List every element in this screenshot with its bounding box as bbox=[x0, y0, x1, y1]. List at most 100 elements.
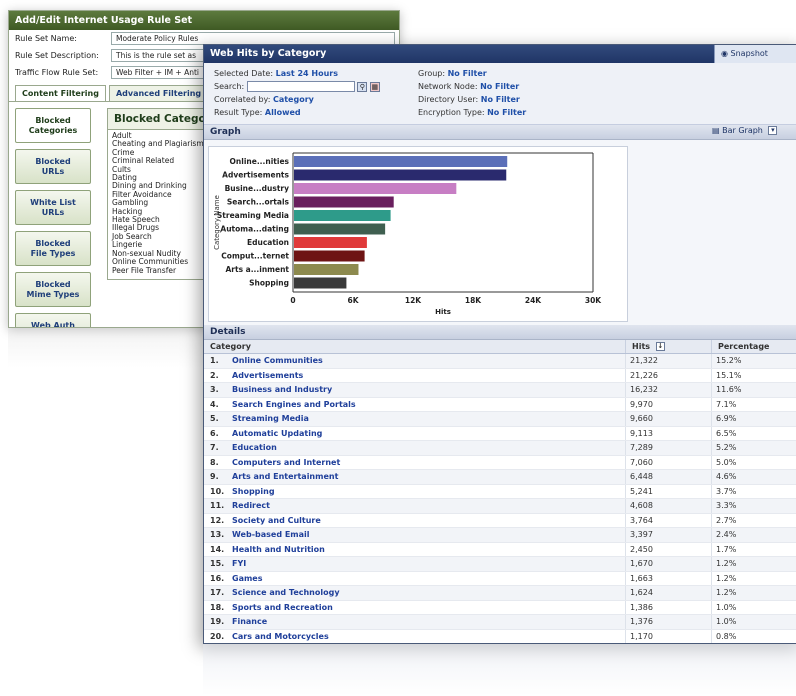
network-node-filter: Network Node: No Filter bbox=[418, 82, 519, 91]
category-link[interactable]: Games bbox=[232, 574, 263, 583]
sidebar-button[interactable]: Web Auth White List bbox=[15, 313, 91, 327]
hits-cell: 1,663 bbox=[626, 571, 712, 585]
rank-number: 2. bbox=[210, 370, 219, 380]
rank-number: 15. bbox=[210, 559, 225, 569]
table-row[interactable]: 17. Science and Technology 1,624 1.2% bbox=[204, 586, 796, 601]
category-link[interactable]: Arts and Entertainment bbox=[232, 472, 338, 481]
category-cell: 9. Arts and Entertainment bbox=[204, 470, 626, 484]
hits-cell: 9,660 bbox=[626, 412, 712, 426]
encryption-link[interactable]: No Filter bbox=[487, 108, 526, 117]
category-cell: 11. Redirect bbox=[204, 499, 626, 513]
graph-type-select[interactable]: ▤ Bar Graph ▾ bbox=[712, 126, 778, 135]
table-row[interactable]: 14. Health and Nutrition 2,450 1.7% bbox=[204, 542, 796, 557]
category-link[interactable]: Advertisements bbox=[232, 371, 303, 380]
tab-advanced-filtering[interactable]: Advanced Filtering bbox=[108, 85, 209, 101]
table-row[interactable]: 2. Advertisements 21,226 15.1% bbox=[204, 368, 796, 383]
category-link[interactable]: Sports and Recreation bbox=[232, 603, 333, 612]
category-link[interactable]: Science and Technology bbox=[232, 588, 340, 597]
category-link[interactable]: Redirect bbox=[232, 501, 270, 510]
category-link[interactable]: Shopping bbox=[232, 487, 275, 496]
table-row[interactable]: 3. Business and Industry 16,232 11.6% bbox=[204, 383, 796, 398]
percentage-cell: 5.2% bbox=[716, 443, 737, 453]
category-link[interactable]: Education bbox=[232, 443, 277, 452]
sidebar-button[interactable]: Blocked Mime Types bbox=[15, 272, 91, 307]
hits-cell: 1,170 bbox=[626, 629, 712, 643]
table-row[interactable]: 5. Streaming Media 9,660 6.9% bbox=[204, 412, 796, 427]
bar bbox=[294, 237, 367, 248]
result-type-filter: Result Type: Allowed bbox=[214, 108, 301, 117]
table-row[interactable]: 15. FYI 1,670 1.2% bbox=[204, 557, 796, 572]
percentage-cell: 0.8% bbox=[716, 631, 737, 641]
column-category[interactable]: Category bbox=[204, 340, 626, 353]
column-percentage[interactable]: Percentage bbox=[712, 340, 796, 353]
rank-number: 3. bbox=[210, 385, 219, 395]
window-title-text: Web Hits by Category bbox=[210, 48, 327, 59]
search-icon[interactable]: ⚲ bbox=[357, 81, 368, 92]
tab-content-filtering[interactable]: Content Filtering bbox=[15, 85, 106, 101]
category-link[interactable]: Automatic Updating bbox=[232, 429, 322, 438]
category-link[interactable]: Cars and Motorcycles bbox=[232, 632, 329, 641]
percentage-cell: 3.3% bbox=[716, 501, 737, 511]
hits-cell: 3,764 bbox=[626, 513, 712, 527]
bar bbox=[294, 277, 347, 289]
table-row[interactable]: 7. Education 7,289 5.2% bbox=[204, 441, 796, 456]
table-row[interactable]: 4. Search Engines and Portals 9,970 7.1% bbox=[204, 397, 796, 412]
table-row[interactable]: 9. Arts and Entertainment 6,448 4.6% bbox=[204, 470, 796, 485]
category-link[interactable]: Finance bbox=[232, 617, 267, 626]
sort-icon[interactable]: ↓ bbox=[655, 342, 665, 351]
category-tick-label: Online...nities bbox=[230, 157, 290, 166]
category-link[interactable]: Business and Industry bbox=[232, 385, 332, 394]
category-link[interactable]: Society and Culture bbox=[232, 516, 321, 525]
category-link[interactable]: Health and Nutrition bbox=[232, 545, 325, 554]
result-type-link[interactable]: Allowed bbox=[265, 108, 301, 117]
hits-cell: 6,448 bbox=[626, 470, 712, 484]
sidebar-button[interactable]: White List URLs bbox=[15, 190, 91, 225]
table-row[interactable]: 8. Computers and Internet 7,060 5.0% bbox=[204, 455, 796, 470]
table-row[interactable]: 18. Sports and Recreation 1,386 1.0% bbox=[204, 600, 796, 615]
selected-date-filter: Selected Date: Last 24 Hours bbox=[214, 69, 338, 78]
column-hits[interactable]: Hits ↓ bbox=[626, 340, 712, 353]
percentage-cell: 1.2% bbox=[716, 559, 737, 569]
correlated-link[interactable]: Category bbox=[273, 95, 314, 104]
network-node-link[interactable]: No Filter bbox=[480, 82, 519, 91]
table-row[interactable]: 20. Cars and Motorcycles 1,170 0.8% bbox=[204, 629, 796, 643]
snapshot-button[interactable]: ◉ Snapshot bbox=[714, 45, 796, 63]
encryption-label: Encryption Type: bbox=[418, 108, 485, 117]
category-cell: 6. Automatic Updating bbox=[204, 426, 626, 440]
percentage-cell: 3.7% bbox=[716, 486, 737, 496]
table-row[interactable]: 6. Automatic Updating 9,113 6.5% bbox=[204, 426, 796, 441]
category-link[interactable]: Computers and Internet bbox=[232, 458, 340, 467]
bar bbox=[294, 223, 386, 235]
table-row[interactable]: 12. Society and Culture 3,764 2.7% bbox=[204, 513, 796, 528]
percentage-cell: 11.6% bbox=[716, 385, 742, 395]
directory-user-link[interactable]: No Filter bbox=[481, 95, 520, 104]
search-input[interactable] bbox=[246, 81, 355, 92]
category-cell: 4. Search Engines and Portals bbox=[204, 397, 626, 411]
chart-container: Online...nities Advertisements Busine...du… bbox=[208, 146, 628, 322]
search-label: Search: bbox=[214, 82, 245, 91]
rank-number: 13. bbox=[210, 530, 225, 540]
sidebar-button[interactable]: Blocked Categories bbox=[15, 108, 91, 143]
calendar-icon[interactable]: ▦ bbox=[369, 81, 380, 92]
category-link[interactable]: FYI bbox=[232, 559, 246, 568]
category-link[interactable]: Streaming Media bbox=[232, 414, 309, 423]
details-table-body: 1. Online Communities 21,322 15.2% 2. Adverti… bbox=[204, 354, 796, 643]
table-row[interactable]: 13. Web-based Email 3,397 2.4% bbox=[204, 528, 796, 543]
percentage-cell: 1.0% bbox=[716, 617, 737, 627]
table-row[interactable]: 10. Shopping 5,241 3.7% bbox=[204, 484, 796, 499]
table-row[interactable]: 16. Games 1,663 1.2% bbox=[204, 571, 796, 586]
group-link[interactable]: No Filter bbox=[448, 69, 487, 78]
table-row[interactable]: 1. Online Communities 21,322 15.2% bbox=[204, 354, 796, 369]
percentage-cell: 6.5% bbox=[716, 428, 737, 438]
table-row[interactable]: 11. Redirect 4,608 3.3% bbox=[204, 499, 796, 514]
graph-heading: Graph bbox=[210, 127, 241, 137]
sidebar-button[interactable]: Blocked URLs bbox=[15, 149, 91, 184]
table-row[interactable]: 19. Finance 1,376 1.0% bbox=[204, 615, 796, 630]
x-tick-label: 12K bbox=[405, 296, 422, 305]
category-link[interactable]: Online Communities bbox=[232, 356, 323, 365]
selected-date-link[interactable]: Last 24 Hours bbox=[276, 69, 338, 78]
category-link[interactable]: Web-based Email bbox=[232, 530, 310, 539]
sidebar-button[interactable]: Blocked File Types bbox=[15, 231, 91, 266]
category-link[interactable]: Search Engines and Portals bbox=[232, 400, 356, 409]
rank-number: 14. bbox=[210, 544, 225, 554]
